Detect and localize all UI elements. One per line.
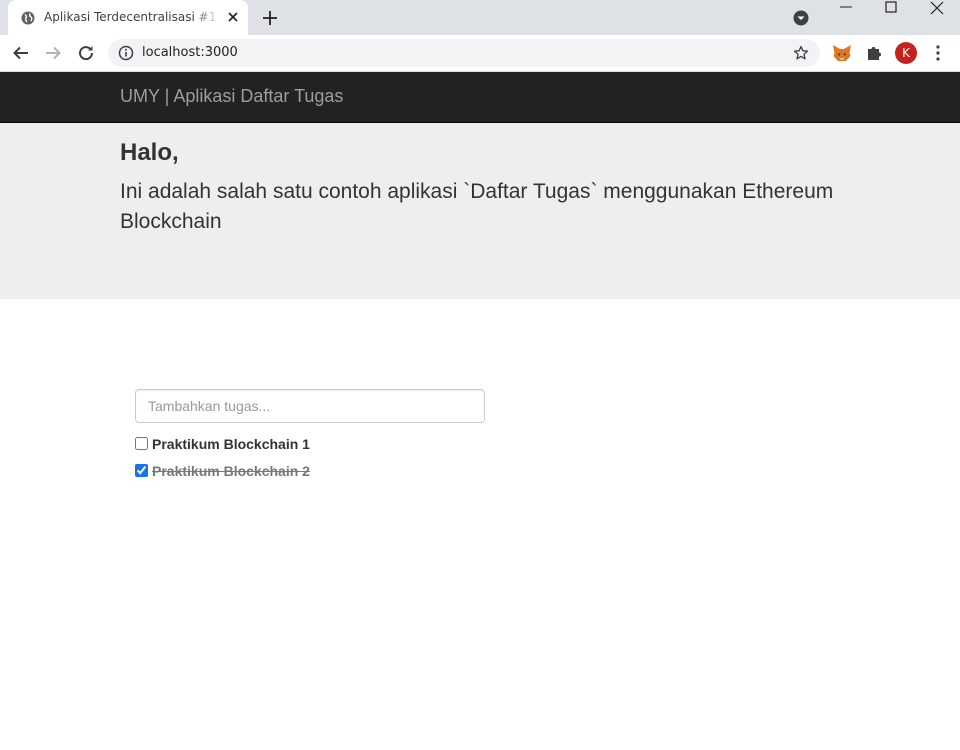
profile-initial: K (902, 46, 910, 60)
close-icon[interactable] (225, 9, 241, 25)
navbar-brand[interactable]: UMY | Aplikasi Daftar Tugas (120, 86, 343, 107)
browser-titlebar: Aplikasi Terdecentralisasi #1 Aplikasi D… (0, 0, 960, 35)
address-bar[interactable]: localhost:3000 (108, 39, 820, 67)
task-label: Praktikum Blockchain 1 (152, 436, 310, 452)
intro-text: Ini adalah salah satu contoh aplikasi `D… (120, 180, 834, 233)
app-navbar: UMY | Aplikasi Daftar Tugas (0, 72, 960, 123)
kebab-menu-icon[interactable] (930, 44, 946, 62)
maximize-icon[interactable] (884, 0, 898, 14)
arrow-left-icon[interactable] (12, 44, 30, 62)
puzzle-icon[interactable] (865, 44, 883, 62)
browser-toolbar: localhost:3000 K (0, 35, 960, 72)
jumbotron: Halo, Ini adalah salah satu contoh aplik… (0, 123, 960, 299)
add-task-form (135, 389, 485, 423)
greeting-heading: Halo, (120, 139, 179, 166)
browser-tab[interactable]: Aplikasi Terdecentralisasi #1 Aplikasi D… (8, 0, 248, 35)
fox-icon[interactable] (832, 44, 852, 62)
task-checkbox[interactable] (135, 464, 148, 477)
task-checkbox[interactable] (135, 437, 148, 450)
globe-icon (21, 11, 35, 25)
plus-icon[interactable] (261, 9, 279, 27)
minimize-icon[interactable] (838, 0, 854, 16)
url-text[interactable]: localhost:3000 (142, 45, 238, 60)
task-list: Praktikum Blockchain 1 Praktikum Blockch… (135, 435, 535, 489)
task-input[interactable] (135, 389, 485, 423)
task-item: Praktikum Blockchain 1 (135, 435, 535, 462)
tab-title: Aplikasi Terdecentralisasi #1 Aplikasi D… (44, 10, 220, 24)
task-item: Praktikum Blockchain 2 (135, 462, 535, 489)
arrow-right-icon[interactable] (44, 44, 62, 62)
info-icon[interactable] (118, 45, 134, 61)
reload-icon[interactable] (77, 44, 95, 62)
chevron-down-icon[interactable] (793, 10, 809, 26)
profile-avatar[interactable]: K (895, 42, 917, 64)
task-label: Praktikum Blockchain 2 (152, 463, 310, 479)
star-icon[interactable] (793, 45, 809, 61)
window-close-icon[interactable] (929, 0, 945, 16)
